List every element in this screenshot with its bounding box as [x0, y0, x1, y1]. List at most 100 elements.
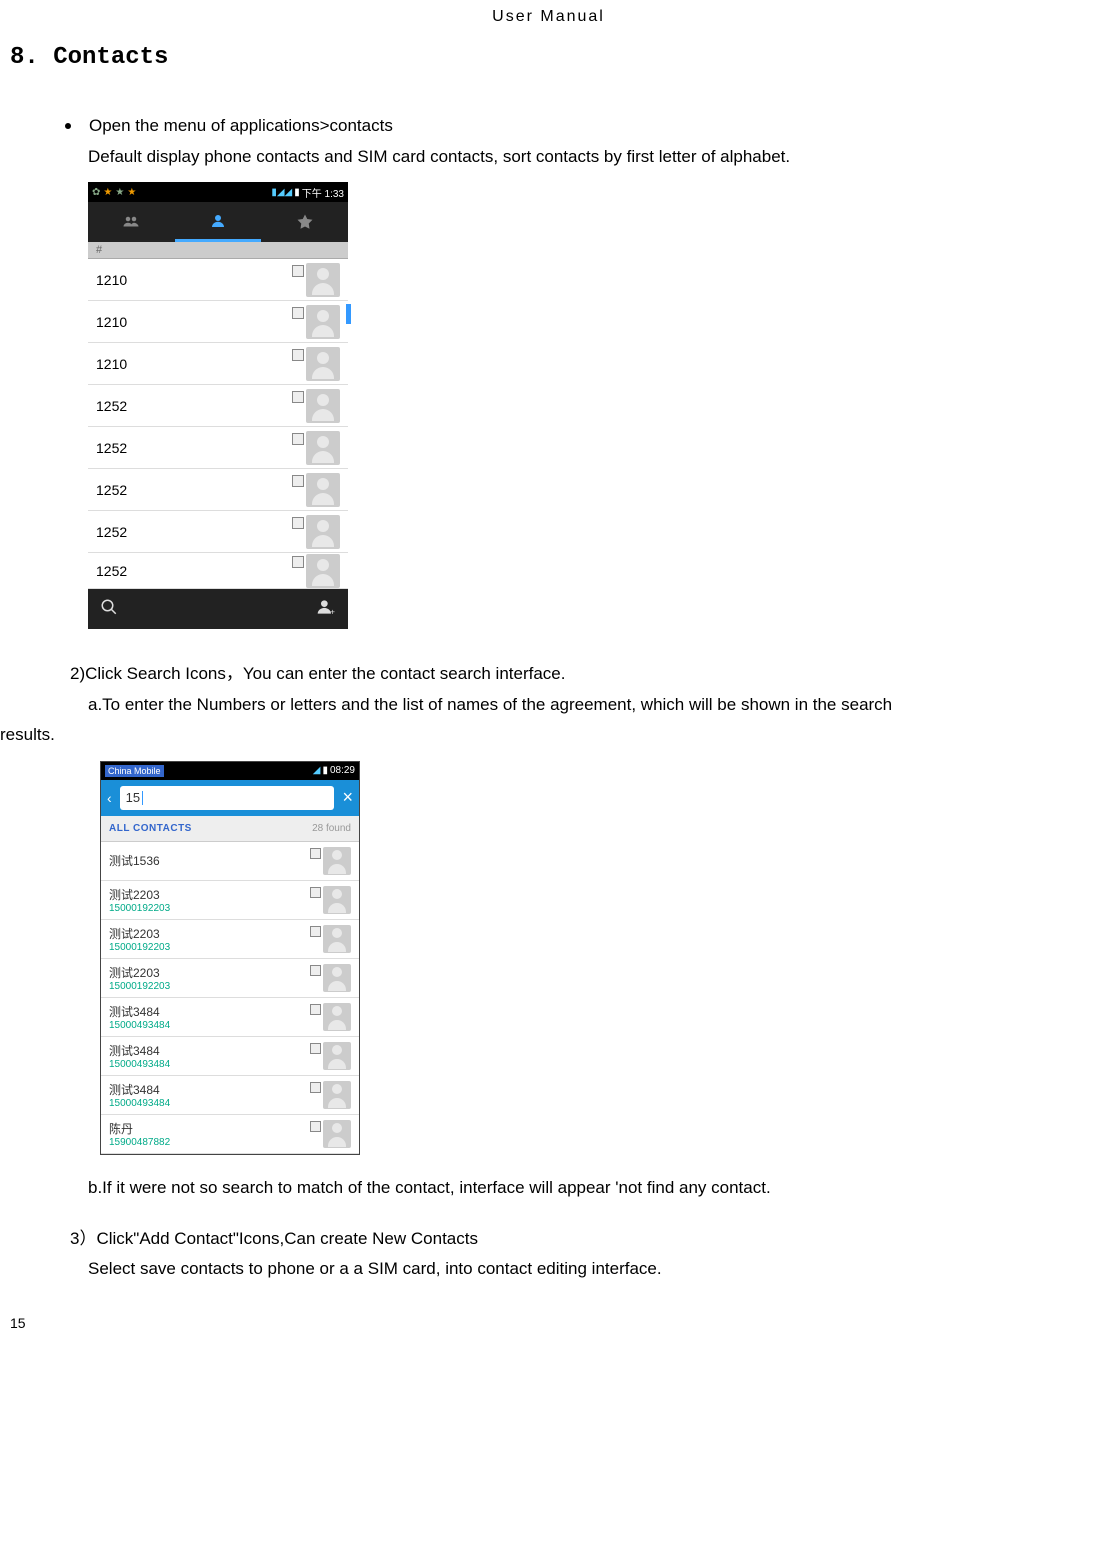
checkbox[interactable]	[292, 391, 304, 403]
result-row[interactable]: 测试1536	[101, 842, 359, 881]
tab-favorites[interactable]	[261, 202, 348, 242]
result-number: 15000192203	[109, 903, 170, 914]
checkbox[interactable]	[292, 265, 304, 277]
section-heading: 8. Contacts	[0, 34, 1097, 91]
result-row[interactable]: 测试2203 15000192203	[101, 920, 359, 959]
search-bar: ‹ 15 ×	[101, 780, 359, 816]
result-name: 测试2203	[109, 964, 170, 981]
tab-bar	[88, 202, 348, 242]
contact-name: 1252	[96, 563, 127, 579]
step2a: a.To enter the Numbers or letters and th…	[0, 690, 1097, 721]
signal-icon: ◢	[313, 765, 321, 776]
star-icon: ★	[103, 187, 112, 198]
signal-icon: ▮◢◢	[271, 187, 292, 198]
section-label: #	[88, 242, 348, 259]
checkbox[interactable]	[310, 926, 321, 937]
result-number: 15000493484	[109, 1059, 170, 1070]
result-number: 15000493484	[109, 1098, 170, 1109]
checkbox[interactable]	[310, 1043, 321, 1054]
star-icon: ★	[115, 187, 124, 198]
avatar-icon	[306, 515, 340, 549]
filter-bar: ALL CONTACTS 28 found	[101, 816, 359, 842]
contact-row[interactable]: 1252	[88, 469, 348, 511]
desc-text: Default display phone contacts and SIM c…	[0, 142, 1097, 173]
contact-row[interactable]: 1252	[88, 385, 348, 427]
step2-prefix: 2)Click Search Icons，You c	[70, 664, 285, 683]
back-icon[interactable]: ‹	[107, 790, 112, 806]
avatar-icon	[323, 886, 351, 914]
result-row[interactable]: 测试3484 15000493484	[101, 1037, 359, 1076]
contact-name: 1210	[96, 272, 127, 288]
battery-icon: ▮	[294, 187, 300, 198]
step2a-cont: results.	[0, 720, 1097, 751]
avatar-icon	[323, 925, 351, 953]
bullet-icon	[65, 123, 71, 129]
step2b: b.If it were not so search to match of t…	[0, 1173, 1097, 1204]
contact-row[interactable]: 1252	[88, 427, 348, 469]
result-number: 15900487882	[109, 1137, 170, 1148]
search-icon[interactable]	[100, 598, 118, 621]
search-input[interactable]: 15	[120, 786, 335, 810]
cursor-icon	[142, 791, 143, 805]
contact-row[interactable]: 1210	[88, 343, 348, 385]
checkbox[interactable]	[310, 1082, 321, 1093]
result-number: 15000493484	[109, 1020, 170, 1031]
found-label: 28 found	[312, 823, 351, 834]
search-value: 15	[126, 790, 140, 805]
result-name: 测试3484	[109, 1003, 170, 1020]
avatar-icon	[323, 964, 351, 992]
checkbox[interactable]	[292, 517, 304, 529]
page-header: User Manual	[0, 0, 1097, 34]
result-row[interactable]: 测试3484 15000493484	[101, 1076, 359, 1115]
avatar-icon	[306, 305, 340, 339]
avatar-icon	[323, 1042, 351, 1070]
result-number: 15000192203	[109, 981, 170, 992]
status-bar: ✿ ★ ★ ★ ▮◢◢ ▮ 下午 1:33	[88, 182, 348, 202]
checkbox[interactable]	[310, 848, 321, 859]
contact-row[interactable]: 1210	[88, 301, 348, 343]
checkbox[interactable]	[310, 965, 321, 976]
contact-name: 1252	[96, 440, 127, 456]
contact-row[interactable]: 1252	[88, 511, 348, 553]
checkbox[interactable]	[310, 887, 321, 898]
checkbox[interactable]	[292, 307, 304, 319]
step3-desc: Select save contacts to phone or a a SIM…	[0, 1254, 1097, 1285]
checkbox[interactable]	[292, 475, 304, 487]
tab-groups[interactable]	[88, 202, 175, 242]
clock-text: 下午 1:33	[302, 185, 344, 200]
checkbox[interactable]	[292, 556, 304, 568]
checkbox[interactable]	[292, 349, 304, 361]
result-row[interactable]: 陈丹 15900487882	[101, 1115, 359, 1154]
contact-name: 1252	[96, 398, 127, 414]
tab-contacts[interactable]	[175, 202, 262, 242]
battery-icon: ▮	[322, 765, 328, 776]
result-row[interactable]: 测试2203 15000192203	[101, 959, 359, 998]
contact-name: 1210	[96, 314, 127, 330]
carrier-label: China Mobile	[105, 765, 164, 777]
avatar-icon	[306, 347, 340, 381]
checkbox[interactable]	[292, 433, 304, 445]
result-name: 测试3484	[109, 1081, 170, 1098]
star-icon: ★	[127, 187, 136, 198]
step2-suffix: an enter the contact search interface.	[285, 664, 566, 683]
contact-name: 1210	[96, 356, 127, 372]
bottom-toolbar: +	[88, 589, 348, 629]
contact-row[interactable]: 1252	[88, 553, 348, 589]
contact-row[interactable]: 1210	[88, 259, 348, 301]
avatar-icon	[306, 389, 340, 423]
checkbox[interactable]	[310, 1004, 321, 1015]
avatar-icon	[306, 473, 340, 507]
checkbox[interactable]	[310, 1121, 321, 1132]
filter-label: ALL CONTACTS	[109, 823, 192, 834]
screenshot-search: China Mobile ◢ ▮ 08:29 ‹ 15 × ALL CONTAC…	[100, 761, 360, 1155]
avatar-icon	[306, 431, 340, 465]
add-contact-icon[interactable]: +	[316, 597, 336, 622]
avatar-icon	[306, 263, 340, 297]
close-icon[interactable]: ×	[342, 787, 353, 808]
avatar-icon	[323, 1120, 351, 1148]
status-bar-2: China Mobile ◢ ▮ 08:29	[101, 762, 359, 780]
screenshot-contacts: ✿ ★ ★ ★ ▮◢◢ ▮ 下午 1:33	[88, 182, 348, 629]
result-name: 测试2203	[109, 925, 170, 942]
result-row[interactable]: 测试3484 15000493484	[101, 998, 359, 1037]
result-row[interactable]: 测试2203 15000192203	[101, 881, 359, 920]
